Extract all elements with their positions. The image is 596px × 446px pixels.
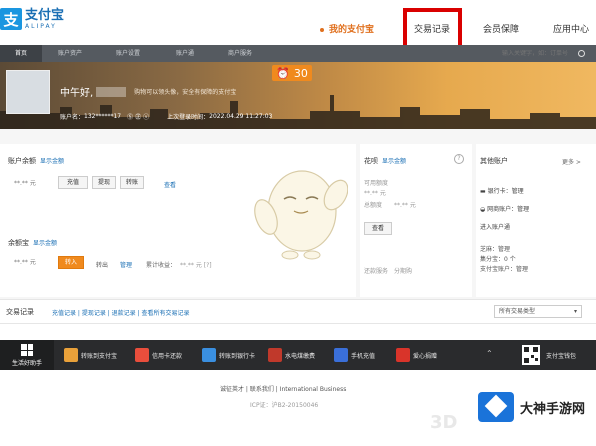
bank-icon [202,348,216,362]
withdraw-button[interactable]: 提现 [92,176,116,189]
nav-member-protection[interactable]: 会员保障 [483,22,519,35]
subnav-account-tong[interactable]: 账户通 [176,45,194,62]
trade-title: 交易记录 [6,308,34,316]
watermark-3d: 3D [430,412,458,433]
search-box [502,47,590,60]
account-tong-item[interactable]: 进入账户通 [480,222,510,231]
alipay-logo-icon: 支 [0,8,22,30]
account-row: 账户名： 132******17 Ⓢ㊣ⓥ 上次登录时间： 2022.04.29 … [60,112,272,121]
bank-card-item[interactable]: ▬ 银行卡：管理 [480,186,524,195]
bb-donation[interactable]: 爱心捐赠 [396,348,437,362]
huabei-repay-link[interactable]: 还款服务 [364,266,388,275]
trade-type-select[interactable]: 所有交易类型 ▾ [494,305,582,318]
username-redacted [96,86,127,97]
huabei-line3: 总额度 [364,202,383,209]
huabei-line4: **.** 元 [394,202,416,209]
mascot-image [254,170,348,260]
account-verify-icons[interactable]: Ⓢ㊣ⓥ [127,112,151,121]
timer-value: 30 [293,66,308,80]
qr-code-icon[interactable] [522,345,540,365]
huabei-show-amount[interactable]: 显示金额 [382,158,406,165]
subnav-merchant[interactable]: 商户服务 [228,45,252,62]
subnav-assets[interactable]: 账户资产 [58,45,82,62]
account-value: 132******17 [84,113,122,120]
balance-view-link[interactable]: 查看 [164,180,176,189]
balance-title: 账户余额 显示金额 [8,157,65,165]
timer-badge: ⏰ 30 [272,65,312,81]
more-link[interactable]: 更多 > [562,157,581,166]
bb-mobile-recharge[interactable]: 手机充值 [334,348,375,362]
avatar[interactable] [6,70,50,114]
chevron-down-icon: ▾ [573,308,577,315]
balance-show-amount[interactable]: 显示金额 [40,158,64,165]
alipay-account-item[interactable]: 支付宝账户：管理 [480,264,528,273]
dashen-watermark: 大神手游网 [478,392,585,422]
yuebao-show-amount[interactable]: 显示金额 [33,240,57,247]
utilities-icon [268,348,282,362]
last-login-label: 上次登录时间： [167,114,210,121]
sub-navigation: 首页 账户资产 账户设置 账户通 商户服务 [0,45,596,62]
footer-icp: ICP证：沪B2-20150046 [250,402,319,409]
yuebao-earnings-label: 累计收益： [146,262,177,269]
huabei-line2: **.** 元 [364,190,386,197]
search-icon[interactable] [578,50,585,57]
life-assistant-home[interactable]: 生活好助手 [0,340,54,370]
dashen-brand-text: 大神手游网 [520,401,586,417]
logo-text-cn: 支付宝 [25,7,65,23]
transfer-button[interactable]: 转账 [120,176,144,189]
yuebao-earnings-value: **.** 元 [?] [180,262,212,269]
greeting: 中午好, 购物可以领头像，安全有保障的支付宝 [60,84,236,99]
points-item[interactable]: 集分宝：0 个 [480,254,516,263]
alipay-logo[interactable]: 支 支付宝 ALIPAY [0,8,64,30]
help-icon[interactable]: ? [454,154,464,164]
other-accounts-title: 其他账户 [480,157,508,165]
account-label: 账户名： [60,114,85,121]
bb-credit-card[interactable]: 信用卡还款 [135,348,182,362]
recharge-button[interactable]: 充值 [58,176,88,189]
life-assistant-bar: 生活好助手 转账到支付宝 信用卡还款 转账到银行卡 水电煤缴费 手机充值 爱心捐… [0,340,596,370]
balance-amount: **.** 元 [14,180,36,187]
huabei-panel: 花呗 显示金额 ? 可用额度 **.** 元 总额度 **.** 元 查看 还款服… [360,144,472,297]
dashen-logo-icon [478,392,514,422]
huabei-line1: 可用额度 [364,180,389,187]
bb-transfer-bank[interactable]: 转账到银行卡 [202,348,255,362]
greeting-sub[interactable]: 购物可以领头像，安全有保障的支付宝 [134,87,236,96]
heart-icon [396,348,410,362]
search-input[interactable] [502,50,578,57]
other-accounts-panel: 其他账户 更多 > ▬ 银行卡：管理 ◒ 网商账户：管理 进入账户通 芝麻：管理… [476,144,596,297]
yuebao-buy-button[interactable]: 转入 [58,256,84,269]
greeting-text: 中午好, [60,88,94,99]
nav-my-alipay[interactable]: 我的支付宝 [320,22,374,35]
trade-select-value: 所有交易类型 [499,308,536,315]
wallet-label[interactable]: 支付宝钱包 [546,351,576,360]
trade-links[interactable]: 充值记录 | 提现记录 | 退款记录 | 查看所有交易记录 [52,308,190,317]
header: 支 支付宝 ALIPAY 我的支付宝 交易记录 会员保障 应用中心 [0,0,596,54]
yuebao-manage[interactable]: 管理 [120,260,132,269]
huabei-installment-link[interactable]: 分期购 [394,266,412,275]
trade-records-row: 交易记录 充值记录 | 提现记录 | 退款记录 | 查看所有交易记录 所有交易类… [0,299,596,324]
bb-utilities[interactable]: 水电煤缴费 [268,348,315,362]
subnav-settings[interactable]: 账户设置 [116,45,140,62]
logo-text-en: ALIPAY [25,22,57,30]
nav-app-center[interactable]: 应用中心 [553,22,589,35]
yuebao-title: 余额宝 显示金额 [8,239,58,247]
credit-card-icon [135,348,149,362]
clock-icon: ⏰ [276,66,290,80]
huabei-view-button[interactable]: 查看 [364,222,392,235]
grid-icon [21,344,33,356]
subnav-home[interactable]: 首页 [0,45,42,62]
transfer-icon [64,348,78,362]
footer-links[interactable]: 诚征英才 | 联系我们 | International Business [220,384,346,393]
zhima-item[interactable]: 芝麻：管理 [480,244,510,253]
yuebao-amount: **.** 元 [14,259,36,266]
last-login-value: 2022.04.29 11:27:03 [209,113,273,120]
chevron-up-icon[interactable]: ⌃ [486,349,493,358]
bb-transfer-alipay[interactable]: 转账到支付宝 [64,348,117,362]
life-assistant-label: 生活好助手 [11,360,42,367]
phone-icon [334,348,348,362]
bank-card-icon: ▬ [480,188,488,195]
huabei-title: 花呗 显示金额 [364,157,407,165]
mybank-item[interactable]: ◒ 网商账户：管理 [480,204,529,213]
yuebao-transfer-out[interactable]: 转出 [96,260,108,269]
